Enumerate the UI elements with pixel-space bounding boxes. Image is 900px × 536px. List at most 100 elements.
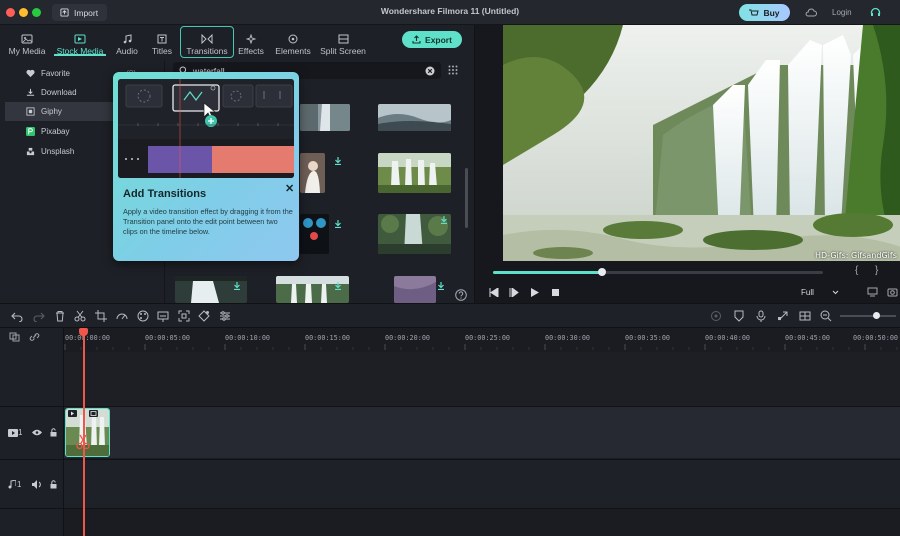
speaker-icon[interactable] xyxy=(32,480,42,489)
download-icon[interactable] xyxy=(334,220,342,228)
download-icon[interactable] xyxy=(437,282,445,290)
clear-search-icon[interactable] xyxy=(425,66,435,76)
timeline-zoom-handle[interactable] xyxy=(873,312,880,319)
tab-audio[interactable]: Audio xyxy=(112,29,142,59)
headset-icon[interactable] xyxy=(870,7,881,18)
lock-icon[interactable] xyxy=(50,428,57,437)
export-button[interactable]: Export xyxy=(402,31,462,48)
preview-video[interactable] xyxy=(503,25,900,261)
adjust-sliders-icon[interactable] xyxy=(219,310,231,322)
preview-progress-track[interactable] xyxy=(493,271,823,274)
split-scissors-icon[interactable] xyxy=(76,434,90,450)
play-frame-icon[interactable] xyxy=(509,288,519,297)
undo-icon[interactable] xyxy=(11,310,23,322)
media-thumbnail[interactable] xyxy=(300,214,329,254)
link-icon[interactable] xyxy=(29,332,40,342)
mark-in-icon[interactable]: { xyxy=(855,265,858,276)
tab-transitions[interactable]: Transitions xyxy=(181,29,233,59)
import-button[interactable]: Import xyxy=(52,4,107,21)
fullscreen-icon[interactable] xyxy=(178,310,190,322)
download-icon[interactable] xyxy=(440,216,448,224)
download-icon[interactable] xyxy=(334,157,342,165)
microphone-icon[interactable] xyxy=(755,310,767,322)
redo-icon[interactable] xyxy=(33,310,45,322)
previous-frame-icon[interactable] xyxy=(489,288,499,297)
track-layout-icon[interactable] xyxy=(799,310,811,322)
zoom-select[interactable]: Full xyxy=(801,286,855,299)
audio-track[interactable] xyxy=(64,460,900,508)
grid-view-icon[interactable] xyxy=(448,65,458,75)
scissors-icon[interactable] xyxy=(74,310,86,322)
minimize-window-button[interactable] xyxy=(19,8,28,17)
import-label: Import xyxy=(74,7,99,18)
track-divider xyxy=(0,406,900,407)
login-link[interactable]: Login xyxy=(832,8,852,17)
ruler-time-label: 00:00:35:00 xyxy=(625,334,671,342)
media-thumbnail[interactable] xyxy=(300,153,325,193)
add-track-icon[interactable] xyxy=(9,332,20,342)
crop-icon[interactable] xyxy=(95,310,107,322)
tooltip-close-icon[interactable]: ✕ xyxy=(285,182,294,195)
media-thumbnail[interactable] xyxy=(394,276,436,303)
playhead-handle[interactable] xyxy=(79,328,88,336)
marker-shield-icon[interactable] xyxy=(733,310,745,322)
library-scrollbar[interactable] xyxy=(465,168,468,228)
buy-button[interactable]: Buy xyxy=(739,4,790,21)
play-icon[interactable] xyxy=(531,288,539,297)
media-thumbnail[interactable] xyxy=(300,104,350,131)
transition-icon xyxy=(201,34,213,44)
lock-icon[interactable] xyxy=(50,480,57,489)
tab-effects[interactable]: Effects xyxy=(236,29,266,59)
video-track-icon xyxy=(8,429,18,437)
export-label: Export xyxy=(425,34,452,45)
render-preview-icon[interactable] xyxy=(710,310,722,322)
delete-icon[interactable] xyxy=(54,310,66,322)
tab-elements[interactable]: Elements xyxy=(273,29,313,59)
ruler-time-label: 00:00:40:00 xyxy=(705,334,751,342)
close-window-button[interactable] xyxy=(6,8,15,17)
clip-effect-icon xyxy=(89,410,98,417)
video-track[interactable] xyxy=(64,407,900,458)
export-icon xyxy=(412,35,421,44)
ruler-time-label: 00:00:05:00 xyxy=(145,334,191,342)
help-icon[interactable] xyxy=(455,289,467,301)
zoom-out-icon[interactable] xyxy=(820,310,832,322)
tab-titles[interactable]: Titles xyxy=(148,29,176,59)
mark-out-icon[interactable]: } xyxy=(875,265,878,276)
ruler-time-label: 00:00:45:00 xyxy=(785,334,831,342)
subtitle-icon[interactable] xyxy=(157,310,169,322)
eye-icon[interactable] xyxy=(32,429,42,436)
snapshot-camera-icon[interactable] xyxy=(887,287,898,297)
mixer-icon[interactable] xyxy=(777,310,789,322)
tab-label: Audio xyxy=(116,46,138,56)
tooltip-title: Add Transitions xyxy=(123,188,207,200)
media-thumbnail[interactable] xyxy=(378,153,451,193)
monitor-icon[interactable] xyxy=(867,287,878,297)
split-screen-icon xyxy=(338,34,348,44)
track-divider xyxy=(0,508,900,509)
download-icon[interactable] xyxy=(334,282,342,290)
music-note-icon xyxy=(123,34,132,44)
text-title-icon xyxy=(157,34,167,44)
cloud-icon[interactable] xyxy=(805,8,817,17)
download-icon xyxy=(26,88,35,96)
maximize-window-button[interactable] xyxy=(32,8,41,17)
preview-scrubber-handle[interactable] xyxy=(597,268,606,276)
tab-label: Transitions xyxy=(186,46,228,56)
color-palette-icon[interactable] xyxy=(137,310,149,322)
speed-icon[interactable] xyxy=(116,310,128,322)
import-icon xyxy=(60,8,69,17)
playhead[interactable] xyxy=(83,328,85,536)
media-thumbnail[interactable] xyxy=(378,104,451,131)
cart-icon xyxy=(749,9,760,15)
empty-track-area[interactable] xyxy=(64,352,900,406)
tab-my-media[interactable]: My Media xyxy=(4,29,50,59)
stop-icon[interactable] xyxy=(552,289,559,296)
tab-split-screen[interactable]: Split Screen xyxy=(318,29,368,59)
clip-type-icon xyxy=(68,410,77,417)
download-icon[interactable] xyxy=(233,282,241,290)
timeline-zoom-slider[interactable] xyxy=(840,315,896,317)
timeline-ruler[interactable] xyxy=(64,344,900,350)
keyframe-icon[interactable] xyxy=(198,310,210,322)
chevron-down-icon xyxy=(832,290,839,295)
